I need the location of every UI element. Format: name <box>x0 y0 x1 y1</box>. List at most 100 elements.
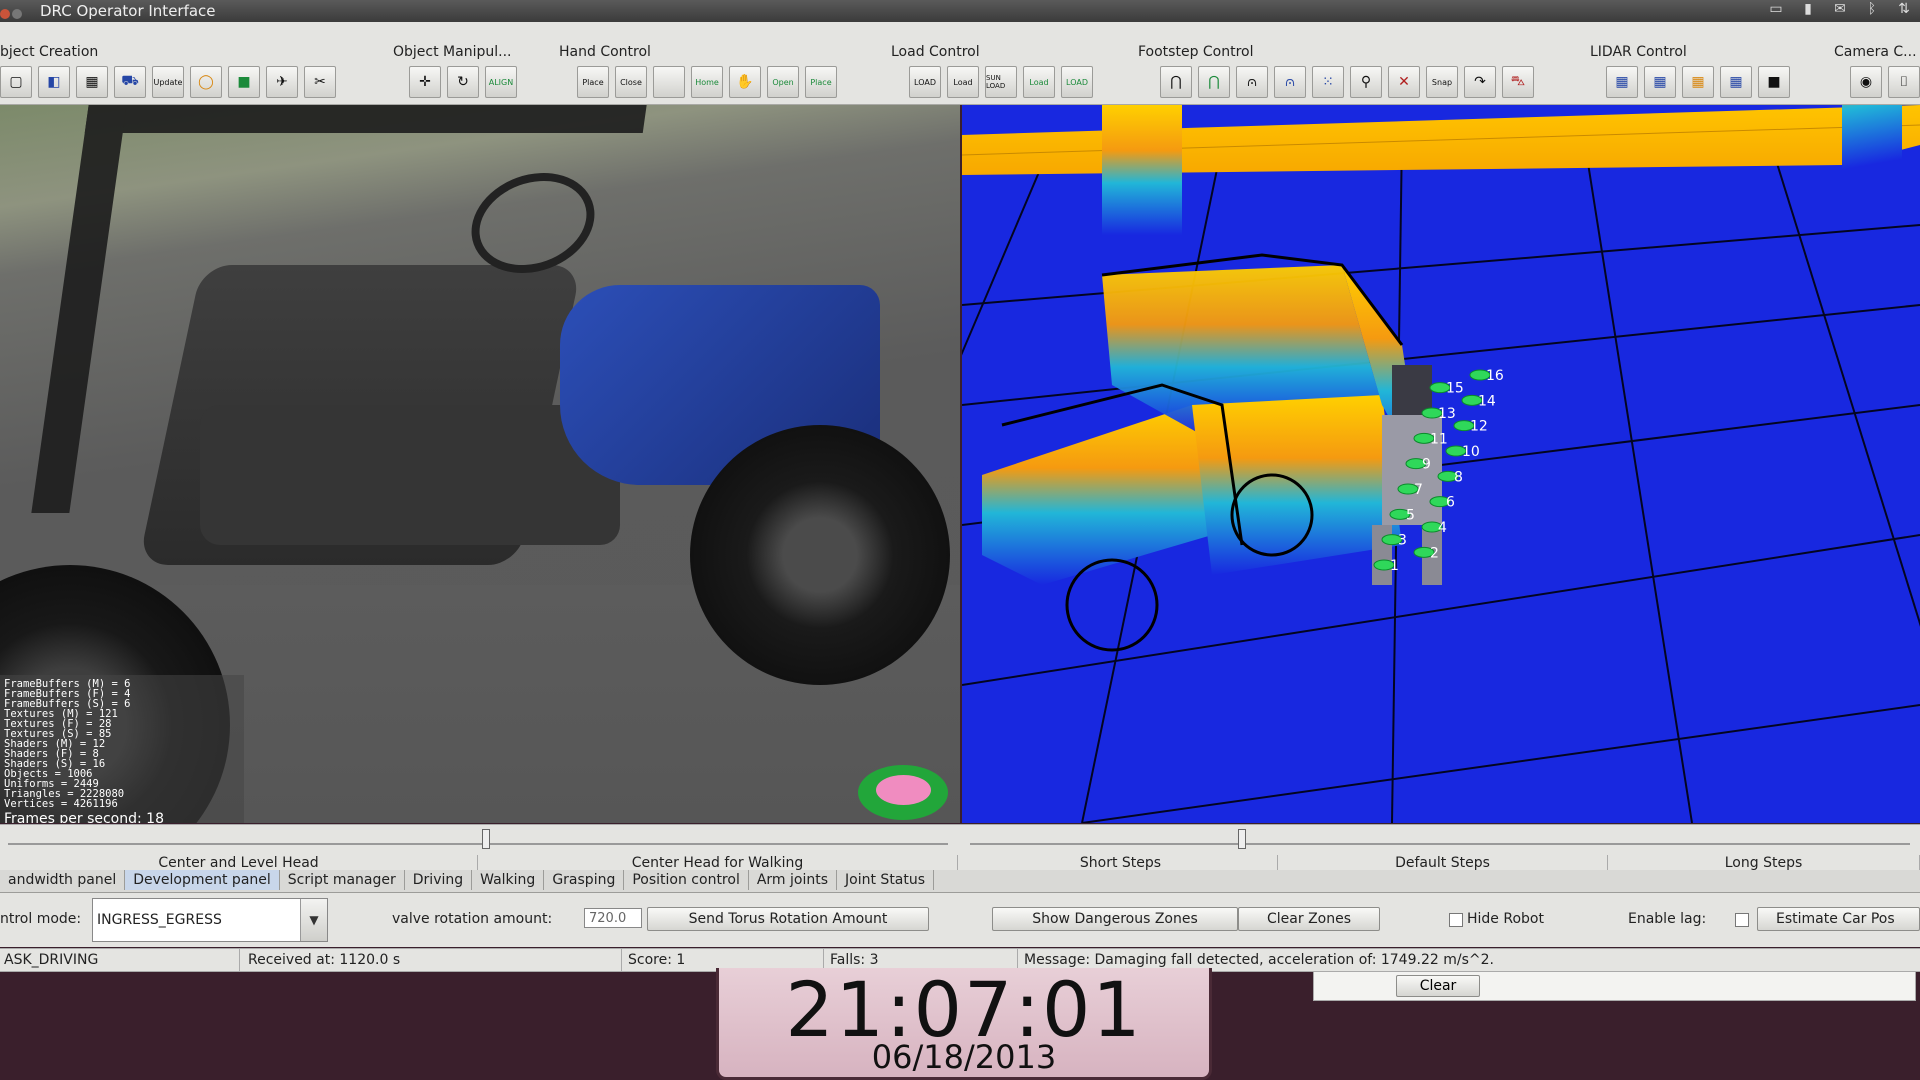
lidar-button-1[interactable]: ▦ <box>1606 66 1638 98</box>
control-mode-select[interactable]: INGRESS_EGRESS ▼ <box>92 898 328 942</box>
footstep-number: 2 <box>1430 545 1439 561</box>
control-mode-value: INGRESS_EGRESS <box>97 912 222 928</box>
step-button-2[interactable]: ⋂ <box>1198 66 1230 98</box>
move-button[interactable]: ✛ <box>409 66 441 98</box>
vehicle-button[interactable]: ⛟ <box>114 66 146 98</box>
step-slider-thumb[interactable] <box>1238 829 1246 849</box>
show-dangerous-zones-button[interactable]: Show Dangerous Zones <box>992 907 1238 931</box>
snap-button[interactable]: Snap <box>1426 66 1458 98</box>
step-button-1[interactable]: ⋂ <box>1160 66 1192 98</box>
lidar-button-3[interactable]: ▦ <box>1682 66 1714 98</box>
footstep-number: 15 <box>1446 381 1464 397</box>
head-slider-thumb[interactable] <box>482 829 490 849</box>
toolbar: bject Creation ▢ ◧ ▦ ⛟ Update ◯ ■ ✈ ✂ Ob… <box>0 22 1920 105</box>
tab-grasping[interactable]: Grasping <box>544 870 625 890</box>
car-model-button[interactable]: ◧ <box>38 66 70 98</box>
open-hand-button[interactable]: Open <box>767 66 799 98</box>
window-controls[interactable] <box>0 5 30 19</box>
lidar-button-4[interactable]: ▦ <box>1720 66 1752 98</box>
network-icon[interactable]: ⇅ <box>1894 2 1914 16</box>
head-slider-track[interactable] <box>8 843 948 845</box>
estimate-car-pose-button[interactable]: Estimate Car Pos <box>1757 907 1920 931</box>
lidar-viewport[interactable]: 1 2 3 4 5 6 7 8 9 10 11 12 13 14 15 16 <box>962 105 1920 823</box>
footstep-number: 14 <box>1478 393 1496 409</box>
clear-objects-button[interactable]: ▢ <box>0 66 32 98</box>
system-tray: ▭ ▮ ✉ ᛒ ⇅ <box>1766 2 1920 20</box>
tab-script-manager[interactable]: Script manager <box>280 870 405 890</box>
long-steps-label[interactable]: Long Steps <box>1608 855 1920 871</box>
footstep-number: 7 <box>1414 482 1423 498</box>
clock-time: 21:07:01 <box>785 965 1143 1054</box>
tab-driving[interactable]: Driving <box>405 870 473 890</box>
load-button-1[interactable]: LOAD <box>909 66 941 98</box>
grid-steps-button[interactable]: ⁙ <box>1312 66 1344 98</box>
short-steps-label[interactable]: Short Steps <box>964 855 1278 871</box>
valve-rotation-input[interactable]: 720.0 <box>584 908 642 928</box>
tab-development-panel[interactable]: Development panel <box>125 870 280 890</box>
chevron-down-icon[interactable]: ▼ <box>300 899 327 941</box>
step-button-4[interactable]: ⩀ <box>1274 66 1306 98</box>
received-at: Received at: 1120.0 s <box>240 949 622 971</box>
blank-hand-button[interactable] <box>653 66 685 98</box>
clock-widget: 21:07:01 06/18/2013 <box>716 968 1212 1080</box>
lidar-control-label: LIDAR Control <box>1590 44 1687 60</box>
cancel-steps-button[interactable]: ✕ <box>1388 66 1420 98</box>
lidar-button-2[interactable]: ▦ <box>1644 66 1676 98</box>
cart-floor <box>200 405 620 545</box>
hand-control-label: Hand Control <box>559 44 651 60</box>
update-button[interactable]: Update <box>152 66 184 98</box>
send-torus-rotation-button[interactable]: Send Torus Rotation Amount <box>647 907 929 931</box>
enable-lag-checkbox[interactable] <box>1735 913 1749 927</box>
sun-load-button[interactable]: SUN LOAD <box>985 66 1017 98</box>
tool-button[interactable]: ✂ <box>304 66 336 98</box>
torus-button[interactable]: ◯ <box>190 66 222 98</box>
grasp-hand-button[interactable]: ✋ <box>729 66 761 98</box>
tab-bandwidth-panel[interactable]: andwidth panel <box>0 870 126 890</box>
target-marker[interactable] <box>858 765 948 820</box>
footstep-number: 13 <box>1438 406 1456 422</box>
tab-arm-joints[interactable]: Arm joints <box>749 870 838 890</box>
default-steps-label[interactable]: Default Steps <box>1278 855 1608 871</box>
footstep-control-label: Footstep Control <box>1138 44 1254 60</box>
home-hand-button[interactable]: Home <box>691 66 723 98</box>
tab-walking[interactable]: Walking <box>472 870 545 890</box>
clear-zones-button[interactable]: Clear Zones <box>1238 907 1380 931</box>
camera-button[interactable]: ⌷ <box>1888 66 1920 98</box>
minimize-window-icon[interactable] <box>12 9 22 19</box>
close-window-icon[interactable] <box>0 9 10 19</box>
load-button-4[interactable]: LOAD <box>1061 66 1093 98</box>
footstep-number: 8 <box>1454 469 1463 485</box>
load-button-2[interactable]: Load <box>947 66 979 98</box>
step-button-3[interactable]: ⩀ <box>1236 66 1268 98</box>
clear-message-button[interactable]: Clear <box>1396 975 1480 997</box>
rotate-button[interactable]: ↻ <box>447 66 479 98</box>
align-button[interactable]: ALIGN <box>485 66 517 98</box>
tab-position-control[interactable]: Position control <box>624 870 749 890</box>
bluetooth-icon[interactable]: ᛒ <box>1862 2 1882 16</box>
camera-control-label: Camera C... <box>1834 44 1917 60</box>
camera-viewport[interactable]: FrameBuffers (M) = 6 FrameBuffers (F) = … <box>0 105 960 823</box>
eye-button[interactable]: ◉ <box>1850 66 1882 98</box>
tab-joint-status[interactable]: Joint Status <box>837 870 935 890</box>
place-hand-button-2[interactable]: Place <box>805 66 837 98</box>
step-slider-track[interactable] <box>970 843 1910 845</box>
footstep-number: 5 <box>1406 507 1415 523</box>
car-steps-button[interactable]: ⛍ <box>1502 66 1534 98</box>
battery-icon[interactable]: ▮ <box>1798 2 1818 16</box>
mail-icon[interactable]: ✉ <box>1830 2 1850 16</box>
center-head-walking-label[interactable]: Center Head for Walking <box>478 855 958 871</box>
lidar-button-5[interactable]: ■ <box>1758 66 1790 98</box>
close-hand-button[interactable]: Close <box>615 66 647 98</box>
slider-bar: Center and Level Head Center Head for Wa… <box>0 824 1920 871</box>
stat-line: Vertices = 4261196 <box>4 798 118 810</box>
turn-button[interactable]: ↷ <box>1464 66 1496 98</box>
hide-robot-checkbox[interactable] <box>1449 913 1463 927</box>
box-button[interactable]: ■ <box>228 66 260 98</box>
grid-button[interactable]: ▦ <box>76 66 108 98</box>
place-hand-button[interactable]: Place <box>577 66 609 98</box>
hose-button[interactable]: ✈ <box>266 66 298 98</box>
folder-icon[interactable]: ▭ <box>1766 2 1786 16</box>
load-button-3[interactable]: Load <box>1023 66 1055 98</box>
center-level-head-label[interactable]: Center and Level Head <box>0 855 478 871</box>
walk-button[interactable]: ⚲ <box>1350 66 1382 98</box>
